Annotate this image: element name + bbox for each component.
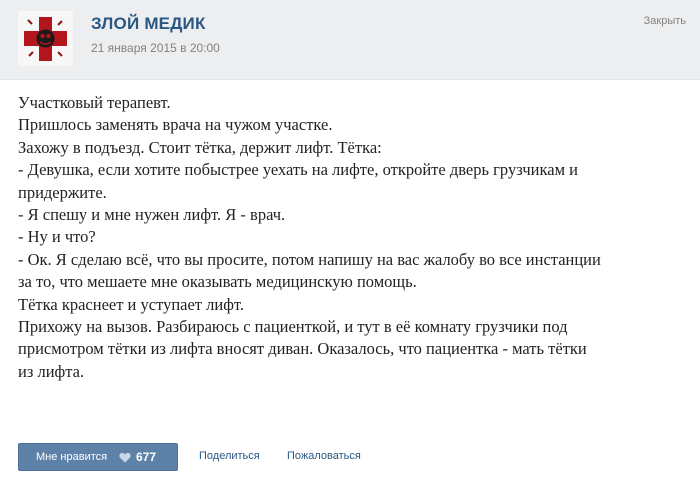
like-count: 677 xyxy=(136,450,157,464)
like-label: Мне нравится xyxy=(36,451,108,463)
post-text-line: - Девушка, если хотите побыстрее уехать … xyxy=(18,160,579,180)
post-text: Участковый терапевт. Пришлось заменять в… xyxy=(18,92,686,383)
post-text-line: Тётка краснеет и уступает лифт. xyxy=(18,294,244,314)
post-text-line: из лифта. xyxy=(18,361,85,381)
post-header: ЗЛОЙ МЕДИК 21 января 2015 в 20:00 Закрыт… xyxy=(0,0,700,80)
post-text-line: присмотром тётки из лифта вносят диван. … xyxy=(18,339,587,359)
like-button[interactable]: Мне нравится 677 xyxy=(18,443,178,471)
red-cross-icon xyxy=(18,11,73,66)
post-text-line: - Я спешу и мне нужен лифт. Я - врач. xyxy=(18,205,286,225)
post-text-line: Захожу в подъезд. Стоит тётка, держит ли… xyxy=(18,137,382,157)
share-button[interactable]: Поделиться xyxy=(199,450,260,462)
post-text-line: Пришлось заменять врача на чужом участке… xyxy=(18,115,333,135)
author-name[interactable]: ЗЛОЙ МЕДИК xyxy=(91,14,206,34)
post-text-line: - Ну и что? xyxy=(18,227,96,247)
author-avatar[interactable] xyxy=(18,11,73,66)
post-text-line: Участковый терапевт. xyxy=(18,93,171,112)
heart-icon xyxy=(119,452,131,463)
report-button[interactable]: Пожаловаться xyxy=(287,450,361,462)
post-text-line: Прихожу на вызов. Разбираюсь с пациентко… xyxy=(18,317,568,337)
close-button[interactable]: Закрыть xyxy=(644,15,686,27)
post-date[interactable]: 21 января 2015 в 20:00 xyxy=(91,41,220,55)
post-text-line: - Ок. Я сделаю всё, что вы просите, пото… xyxy=(18,249,601,269)
post-text-line: за то, что мешаете мне оказывать медицин… xyxy=(18,272,417,292)
vk-post: ЗЛОЙ МЕДИК 21 января 2015 в 20:00 Закрыт… xyxy=(0,0,700,479)
post-text-line: придержите. xyxy=(18,182,107,202)
